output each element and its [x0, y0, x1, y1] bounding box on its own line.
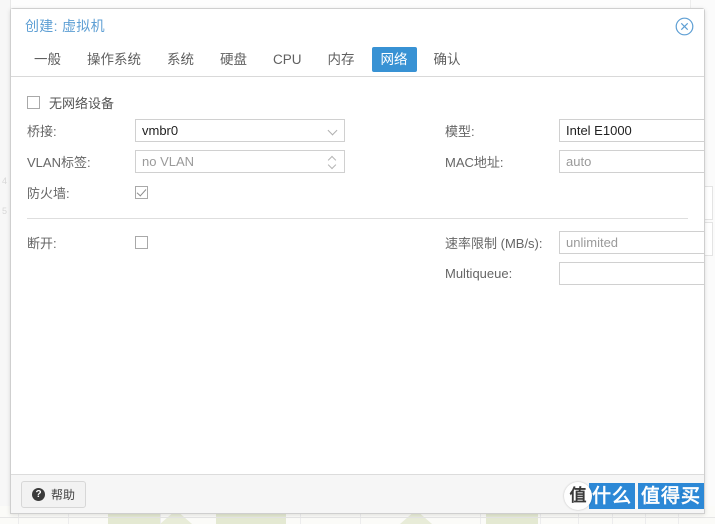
- no-network-device-row: 无网络设备: [27, 91, 688, 113]
- vlan-tag-value: no VLAN: [142, 154, 195, 169]
- help-button-label: 帮助: [51, 487, 76, 502]
- dialog-titlebar: 创建: 虚拟机: [11, 9, 704, 43]
- mac-address-value: auto: [566, 154, 592, 169]
- tab-general[interactable]: 一般: [25, 47, 70, 72]
- firewall-label: 防火墙:: [27, 186, 70, 201]
- help-button[interactable]: ? 帮助: [21, 480, 87, 508]
- advanced-label: 高级: [666, 488, 692, 503]
- mac-address-label: MAC地址:: [445, 155, 504, 170]
- spinner-arrows-icon[interactable]: [328, 154, 338, 170]
- rate-limit-value: unlimited: [566, 235, 619, 250]
- tab-cpu[interactable]: CPU: [264, 47, 311, 72]
- model-label: 模型:: [445, 124, 475, 139]
- chevron-down-icon: [329, 126, 338, 135]
- dialog-body: 无网络设备 桥接: vmbr0 模型: Intel E1000 VLAN标签:: [11, 77, 704, 475]
- watermark-circle: 值: [563, 482, 592, 510]
- vlan-tag-label: VLAN标签:: [27, 155, 91, 170]
- firewall-checkbox[interactable]: [135, 186, 148, 199]
- tab-os[interactable]: 操作系统: [78, 47, 150, 72]
- dialog-footer: ? 帮助 高级 值 什么 值得买: [11, 475, 704, 513]
- network-form: 无网络设备 桥接: vmbr0 模型: Intel E1000 VLAN标签:: [11, 77, 704, 285]
- tab-network[interactable]: 网络: [371, 47, 417, 72]
- tab-disks[interactable]: 硬盘: [211, 47, 256, 72]
- no-network-device-checkbox[interactable]: [27, 95, 40, 109]
- background-tick-mark: 5: [2, 206, 7, 216]
- advanced-toggle[interactable]: 高级: [667, 485, 694, 504]
- model-select[interactable]: Intel E1000: [559, 119, 704, 142]
- section-divider: [27, 218, 688, 219]
- disconnect-label: 断开:: [27, 236, 57, 251]
- vlan-tag-input[interactable]: no VLAN: [135, 150, 345, 173]
- mac-address-input[interactable]: auto: [559, 150, 704, 173]
- firewall-checkbox-wrap: [135, 181, 345, 204]
- multiqueue-label: Multiqueue:: [445, 266, 513, 281]
- bridge-value: vmbr0: [142, 123, 179, 138]
- background-tick-mark: 4: [2, 176, 7, 186]
- watermark-text-1: 什么: [588, 483, 635, 509]
- bridge-label: 桥接:: [27, 124, 57, 139]
- tab-memory[interactable]: 内存: [319, 47, 364, 72]
- multiqueue-input[interactable]: [559, 262, 704, 285]
- tab-confirm[interactable]: 确认: [425, 47, 470, 72]
- create-vm-dialog: 创建: 虚拟机 一般 操作系统 系统 硬盘 CPU 内存 网络 确认 无网络设备: [10, 8, 705, 514]
- close-circle-icon[interactable]: [675, 17, 694, 36]
- disconnect-checkbox-wrap: [135, 231, 345, 254]
- no-network-device-label: 无网络设备: [49, 95, 115, 111]
- disconnect-checkbox[interactable]: [135, 236, 148, 249]
- network-fields-grid: 桥接: vmbr0 模型: Intel E1000 VLAN标签: no VLA…: [27, 119, 704, 204]
- rate-limit-input[interactable]: unlimited: [559, 231, 704, 254]
- dialog-title: 创建: 虚拟机: [25, 18, 105, 34]
- rate-limit-label: 速率限制 (MB/s):: [445, 236, 543, 251]
- model-value: Intel E1000: [566, 123, 632, 138]
- question-mark-icon: ?: [32, 487, 45, 501]
- network-advanced-grid: 断开: 速率限制 (MB/s): unlimited Multiqueue:: [27, 231, 704, 285]
- tab-system[interactable]: 系统: [158, 47, 203, 72]
- dialog-tabbar: 一般 操作系统 系统 硬盘 CPU 内存 网络 确认: [11, 43, 704, 77]
- bridge-select[interactable]: vmbr0: [135, 119, 345, 142]
